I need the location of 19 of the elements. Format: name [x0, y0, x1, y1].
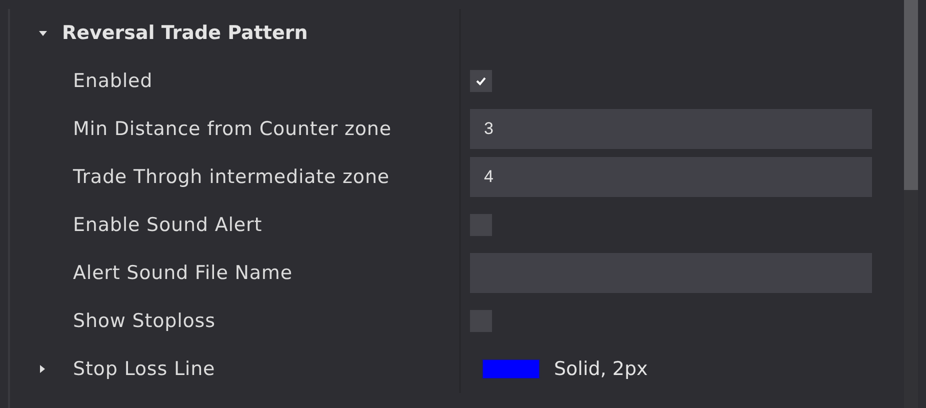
property-label: Show Stoploss: [73, 310, 216, 332]
line-color-swatch[interactable]: [482, 359, 540, 379]
input-field[interactable]: 3: [470, 109, 872, 149]
line-style-value: Solid, 2px: [554, 358, 648, 380]
property-label: Enable Sound Alert: [73, 214, 262, 236]
property-label: Stop Loss Line: [73, 358, 216, 380]
input-field[interactable]: 4: [470, 157, 872, 197]
property-label: Min Distance from Counter zone: [73, 118, 392, 140]
property-label: Trade Throgh intermediate zone: [73, 166, 390, 188]
checkbox[interactable]: [470, 214, 492, 236]
checkbox[interactable]: [470, 310, 492, 332]
property-label: Alert Sound File Name: [73, 262, 292, 284]
expand-arrow-icon[interactable]: [37, 364, 47, 374]
property-label: Enabled: [73, 70, 153, 92]
collapse-arrow-icon[interactable]: [38, 28, 48, 38]
scrollbar-thumb[interactable]: [904, 0, 918, 190]
checkbox[interactable]: [470, 70, 492, 92]
category-title: Reversal Trade Pattern: [62, 22, 308, 44]
check-icon: [475, 75, 487, 87]
